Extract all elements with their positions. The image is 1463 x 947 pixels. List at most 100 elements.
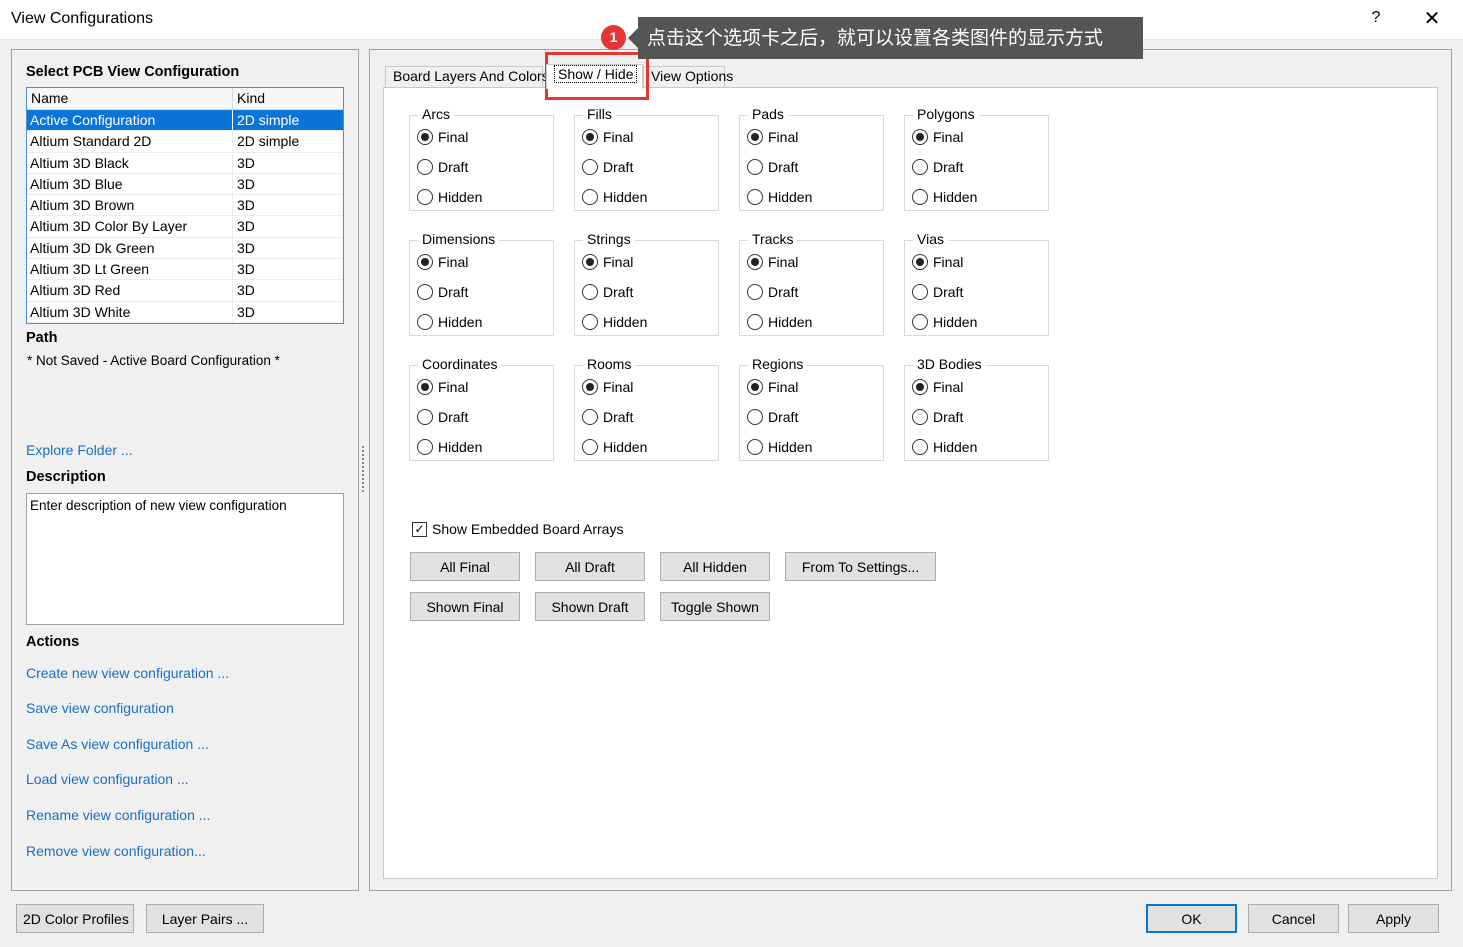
description-textarea[interactable]: Enter description of new view configurat…	[26, 493, 344, 625]
radio-button[interactable]	[417, 409, 433, 425]
radio-option[interactable]: Final	[417, 252, 468, 272]
shown-final-button[interactable]: Shown Final	[410, 592, 520, 621]
radio-option[interactable]: Draft	[747, 157, 798, 177]
radio-option[interactable]: Hidden	[747, 437, 812, 457]
radio-button[interactable]	[582, 254, 598, 270]
radio-button[interactable]	[747, 254, 763, 270]
ok-button[interactable]: OK	[1146, 904, 1237, 933]
column-header-name[interactable]: Name	[27, 88, 233, 109]
list-row[interactable]: Altium 3D Blue 3D	[27, 173, 343, 196]
list-row[interactable]: Active Configuration 2D simple	[27, 110, 343, 132]
radio-button[interactable]	[912, 284, 928, 300]
list-row[interactable]: Altium 3D Lt Green 3D	[27, 259, 343, 281]
layer-pairs-button[interactable]: Layer Pairs ...	[146, 904, 264, 933]
color-profiles-button[interactable]: 2D Color Profiles	[16, 904, 134, 933]
radio-button[interactable]	[582, 284, 598, 300]
radio-option[interactable]: Hidden	[912, 312, 977, 332]
radio-option[interactable]: Final	[747, 252, 798, 272]
radio-option[interactable]: Final	[912, 127, 963, 147]
radio-option[interactable]: Final	[417, 377, 468, 397]
all-final-button[interactable]: All Final	[410, 552, 520, 581]
radio-option[interactable]: Hidden	[417, 312, 482, 332]
radio-button[interactable]	[747, 189, 763, 205]
radio-option[interactable]: Draft	[912, 282, 963, 302]
tab-board-layers[interactable]: Board Layers And Colors	[385, 66, 549, 88]
cancel-button[interactable]: Cancel	[1248, 904, 1339, 933]
radio-option[interactable]: Draft	[417, 282, 468, 302]
radio-option[interactable]: Final	[582, 377, 633, 397]
radio-button[interactable]	[582, 189, 598, 205]
from-to-settings-button[interactable]: From To Settings...	[785, 552, 936, 581]
radio-option[interactable]: Draft	[582, 282, 633, 302]
radio-option[interactable]: Hidden	[747, 312, 812, 332]
radio-button[interactable]	[417, 284, 433, 300]
radio-option[interactable]: Draft	[417, 157, 468, 177]
column-header-kind[interactable]: Kind	[233, 88, 343, 109]
radio-button[interactable]	[582, 129, 598, 145]
radio-option[interactable]: Draft	[912, 157, 963, 177]
radio-button[interactable]	[747, 439, 763, 455]
remove-config-link[interactable]: Remove view configuration...	[26, 843, 206, 859]
radio-button[interactable]	[747, 379, 763, 395]
radio-option[interactable]: Draft	[912, 407, 963, 427]
radio-button[interactable]	[417, 159, 433, 175]
radio-button[interactable]	[747, 284, 763, 300]
list-row[interactable]: Altium 3D Brown 3D	[27, 195, 343, 217]
radio-button[interactable]	[582, 409, 598, 425]
radio-option[interactable]: Draft	[582, 407, 633, 427]
radio-option[interactable]: Final	[747, 127, 798, 147]
list-row[interactable]: Altium 3D Dk Green 3D	[27, 237, 343, 260]
radio-button[interactable]	[582, 159, 598, 175]
radio-button[interactable]	[417, 254, 433, 270]
radio-button[interactable]	[912, 379, 928, 395]
list-row[interactable]: Altium 3D White 3D	[27, 301, 343, 323]
radio-button[interactable]	[912, 314, 928, 330]
radio-button[interactable]	[747, 409, 763, 425]
radio-option[interactable]: Draft	[582, 157, 633, 177]
splitter-handle[interactable]	[362, 446, 365, 492]
radio-option[interactable]: Final	[912, 377, 963, 397]
radio-option[interactable]: Hidden	[747, 187, 812, 207]
tab-view-options[interactable]: View Options	[643, 66, 733, 88]
radio-option[interactable]: Final	[747, 377, 798, 397]
radio-button[interactable]	[417, 189, 433, 205]
save-config-link[interactable]: Save view configuration	[26, 700, 174, 716]
radio-option[interactable]: Final	[417, 127, 468, 147]
radio-button[interactable]	[417, 439, 433, 455]
explore-folder-link[interactable]: Explore Folder ...	[26, 442, 133, 458]
radio-option[interactable]: Draft	[747, 407, 798, 427]
radio-button[interactable]	[912, 159, 928, 175]
help-button[interactable]: ?	[1366, 9, 1386, 27]
radio-button[interactable]	[747, 159, 763, 175]
radio-button[interactable]	[417, 129, 433, 145]
save-as-config-link[interactable]: Save As view configuration ...	[26, 736, 209, 752]
list-row[interactable]: Altium 3D Color By Layer 3D	[27, 216, 343, 238]
radio-option[interactable]: Final	[582, 127, 633, 147]
radio-option[interactable]: Hidden	[417, 187, 482, 207]
list-row[interactable]: Altium 3D Black 3D	[27, 152, 343, 174]
radio-button[interactable]	[912, 129, 928, 145]
rename-config-link[interactable]: Rename view configuration ...	[26, 807, 210, 823]
radio-button[interactable]	[912, 409, 928, 425]
load-config-link[interactable]: Load view configuration ...	[26, 771, 189, 787]
radio-button[interactable]	[747, 129, 763, 145]
radio-option[interactable]: Hidden	[912, 437, 977, 457]
all-draft-button[interactable]: All Draft	[535, 552, 645, 581]
apply-button[interactable]: Apply	[1348, 904, 1439, 933]
radio-option[interactable]: Draft	[417, 407, 468, 427]
radio-button[interactable]	[582, 379, 598, 395]
radio-button[interactable]	[582, 439, 598, 455]
radio-button[interactable]	[417, 379, 433, 395]
radio-button[interactable]	[912, 439, 928, 455]
list-row[interactable]: Altium Standard 2D 2D simple	[27, 131, 343, 153]
radio-option[interactable]: Final	[912, 252, 963, 272]
radio-option[interactable]: Hidden	[582, 312, 647, 332]
toggle-shown-button[interactable]: Toggle Shown	[660, 592, 770, 621]
create-config-link[interactable]: Create new view configuration ...	[26, 665, 229, 681]
radio-button[interactable]	[912, 254, 928, 270]
radio-option[interactable]: Draft	[747, 282, 798, 302]
shown-draft-button[interactable]: Shown Draft	[535, 592, 645, 621]
radio-button[interactable]	[417, 314, 433, 330]
radio-option[interactable]: Final	[582, 252, 633, 272]
checkbox-box[interactable]: ✓	[412, 521, 427, 537]
